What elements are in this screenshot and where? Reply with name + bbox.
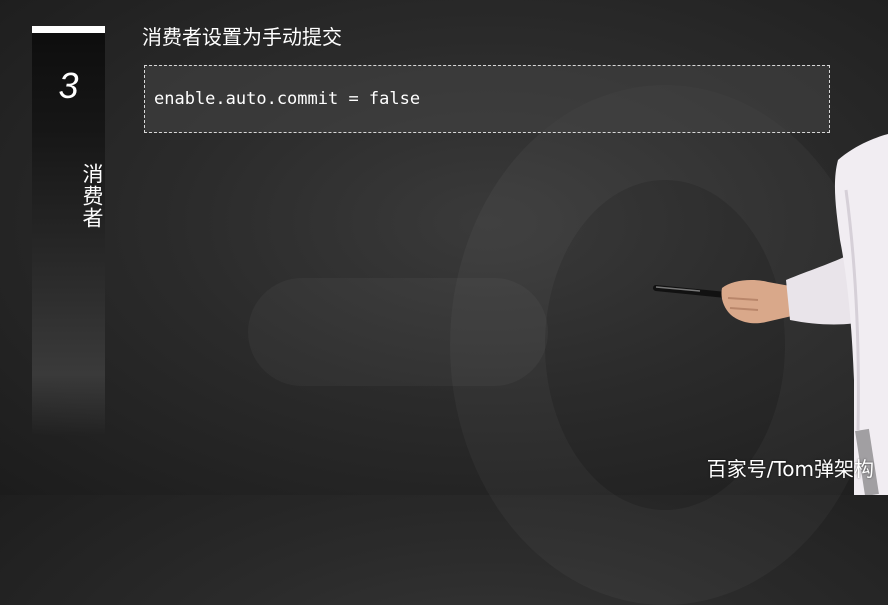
code-text: enable.auto.commit = false: [154, 89, 421, 109]
chapter-sidebar-accent: [32, 26, 105, 33]
chapter-title: 消费者: [80, 163, 104, 229]
watermark-text: 百家号/Tom弹架构: [706, 457, 874, 481]
code-block: enable.auto.commit = false: [144, 65, 830, 133]
background-pill-decoration: [248, 278, 548, 386]
presenter-image: [653, 134, 888, 495]
chapter-number: 3: [58, 65, 79, 106]
presenter-hand: [721, 280, 792, 324]
slide-heading: 消费者设置为手动提交: [142, 25, 342, 49]
